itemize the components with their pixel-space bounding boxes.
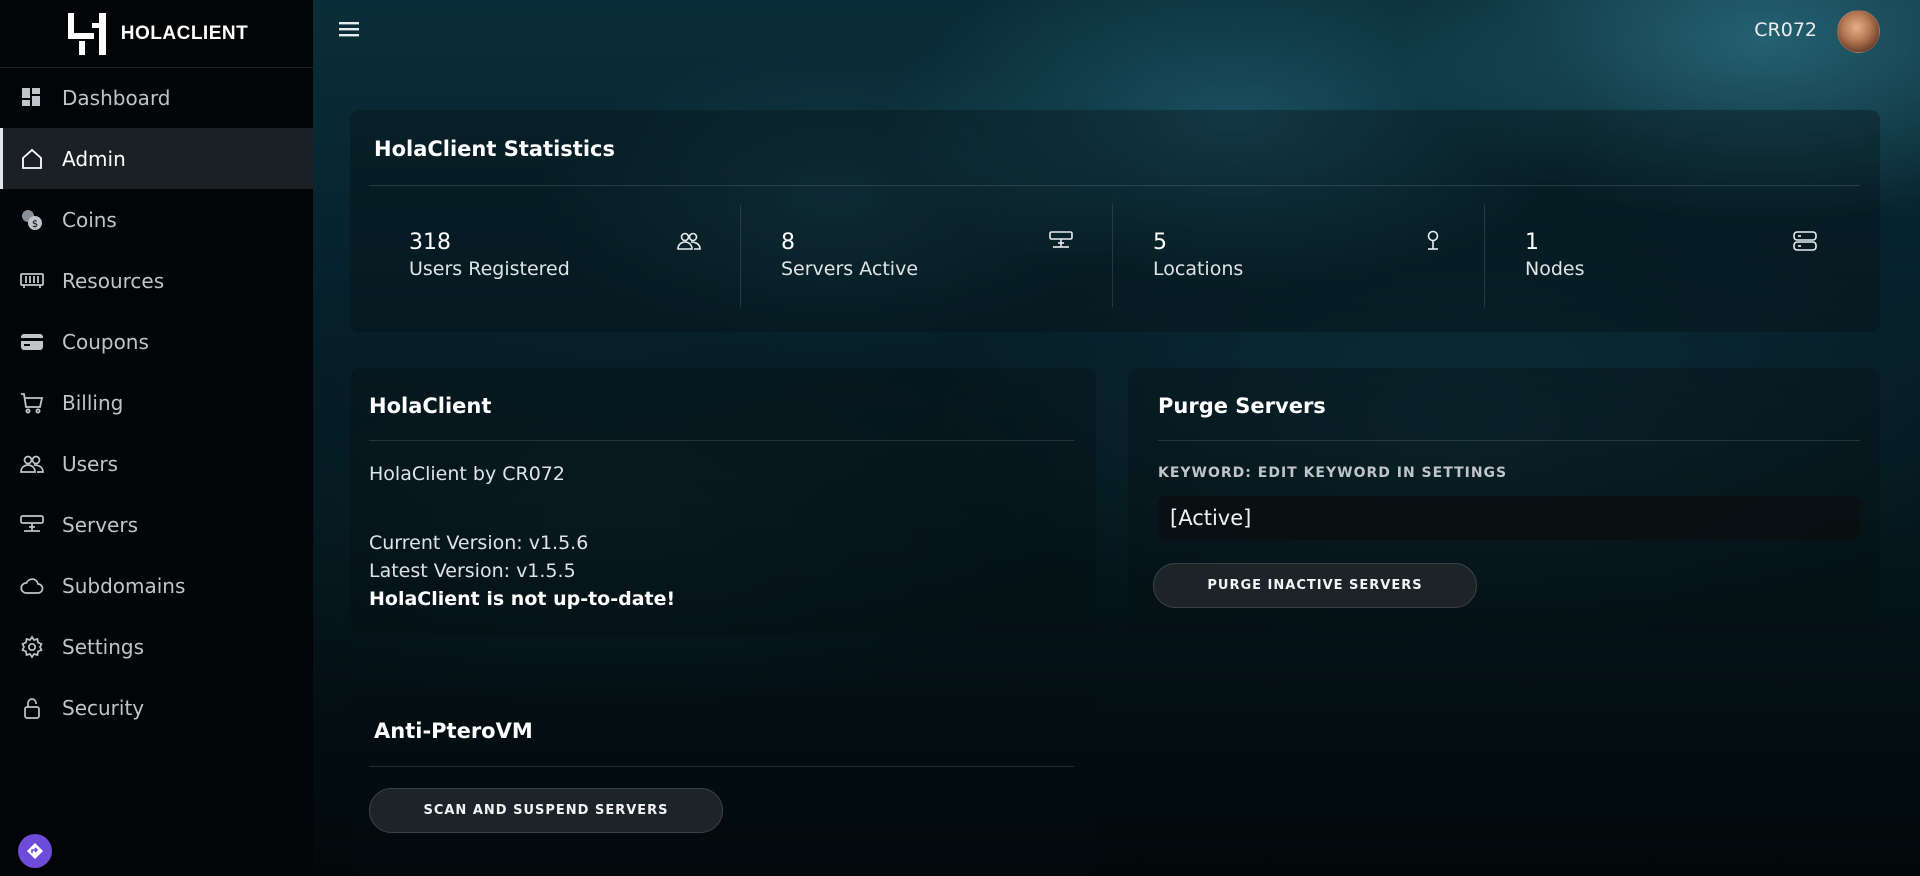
sidebar-item-label: Servers bbox=[62, 512, 139, 537]
divider bbox=[740, 205, 741, 307]
stat-value: 8 bbox=[781, 230, 795, 255]
dashboard-icon bbox=[20, 86, 44, 110]
card-icon bbox=[20, 330, 44, 354]
menu-icon[interactable] bbox=[338, 18, 360, 40]
stat-label: Nodes bbox=[1525, 258, 1585, 280]
stat-users: 318 Users Registered bbox=[409, 205, 701, 305]
brand[interactable]: HOLACLIENT bbox=[0, 0, 313, 68]
database-icon bbox=[1793, 231, 1817, 251]
users-icon bbox=[20, 452, 44, 476]
statistics-card: HolaClient Statistics 318 Users Register… bbox=[350, 110, 1880, 332]
sidebar-item-subdomains[interactable]: Subdomains bbox=[0, 555, 313, 616]
stat-servers: 8 Servers Active bbox=[781, 205, 1073, 305]
card-title: HolaClient bbox=[369, 394, 492, 418]
diamond-arrow-icon bbox=[27, 843, 43, 859]
sidebar-item-users[interactable]: Users bbox=[0, 433, 313, 494]
current-version: Current Version: v1.5.6 bbox=[369, 532, 589, 554]
sidebar-item-resources[interactable]: Resources bbox=[0, 250, 313, 311]
sidebar-item-security[interactable]: Security bbox=[0, 677, 313, 738]
latest-version: Latest Version: v1.5.5 bbox=[369, 560, 576, 582]
sidebar-item-coupons[interactable]: Coupons bbox=[0, 311, 313, 372]
cart-icon bbox=[20, 391, 44, 415]
credit-text: HolaClient by CR072 bbox=[369, 463, 565, 485]
holaclient-card: HolaClient HolaClient by CR072 Current V… bbox=[350, 368, 1096, 636]
stat-label: Users Registered bbox=[409, 258, 570, 280]
gear-icon bbox=[20, 634, 44, 659]
divider bbox=[1112, 205, 1113, 307]
stats-row: 318 Users Registered 8 Servers Active 5 … bbox=[369, 205, 1860, 307]
sidebar-nav: Dashboard Admin $ Coins Resources Coupon… bbox=[0, 68, 313, 738]
purge-inactive-servers-button[interactable]: PURGE INACTIVE SERVERS bbox=[1153, 563, 1477, 608]
location-pin-icon bbox=[1427, 230, 1439, 250]
sidebar-item-settings[interactable]: Settings bbox=[0, 616, 313, 677]
stat-nodes: 1 Nodes bbox=[1525, 205, 1817, 305]
server-icon bbox=[1049, 231, 1073, 248]
stat-value: 318 bbox=[409, 230, 451, 255]
keyword-field[interactable]: [Active] bbox=[1158, 496, 1860, 540]
anti-pterovm-card: Anti-PteroVM SCAN AND SUSPEND SERVERS bbox=[350, 690, 1096, 876]
sidebar-item-label: Admin bbox=[62, 146, 126, 171]
server-icon bbox=[20, 513, 44, 537]
scan-and-suspend-servers-button[interactable]: SCAN AND SUSPEND SERVERS bbox=[369, 788, 723, 833]
avatar[interactable] bbox=[1837, 10, 1880, 53]
home-icon bbox=[20, 147, 44, 171]
keyword-label: KEYWORD: EDIT KEYWORD IN SETTINGS bbox=[1158, 465, 1508, 481]
card-title: Anti-PteroVM bbox=[374, 719, 533, 743]
divider bbox=[369, 766, 1074, 767]
help-button[interactable] bbox=[18, 834, 52, 868]
stat-label: Servers Active bbox=[781, 258, 919, 280]
coins-icon: $ bbox=[20, 208, 44, 232]
divider bbox=[369, 185, 1860, 186]
sidebar-item-admin[interactable]: Admin bbox=[0, 128, 313, 189]
memory-icon bbox=[20, 269, 44, 293]
card-title: Purge Servers bbox=[1158, 394, 1326, 418]
sidebar-item-label: Settings bbox=[62, 634, 145, 659]
logo-icon bbox=[67, 12, 106, 55]
sidebar-item-label: Coupons bbox=[62, 329, 149, 354]
cloud-icon bbox=[20, 574, 44, 598]
divider bbox=[1484, 205, 1485, 307]
sidebar-item-label: Security bbox=[62, 695, 145, 720]
lock-icon bbox=[20, 696, 44, 720]
divider bbox=[1158, 440, 1860, 441]
svg-text:$: $ bbox=[32, 219, 38, 230]
sidebar-item-label: Coins bbox=[62, 207, 117, 232]
sidebar-item-label: Users bbox=[62, 451, 119, 476]
sidebar-item-billing[interactable]: Billing bbox=[0, 372, 313, 433]
purge-servers-card: Purge Servers KEYWORD: EDIT KEYWORD IN S… bbox=[1128, 368, 1880, 636]
sidebar: HOLACLIENT Dashboard Admin $ Coins Resou… bbox=[0, 0, 313, 876]
update-status: HolaClient is not up-to-date! bbox=[369, 588, 676, 610]
sidebar-item-label: Resources bbox=[62, 268, 165, 293]
stat-value: 5 bbox=[1153, 230, 1167, 255]
username[interactable]: CR072 bbox=[1754, 19, 1817, 41]
brand-name: HOLACLIENT bbox=[120, 22, 249, 44]
sidebar-item-label: Subdomains bbox=[62, 573, 186, 598]
stat-value: 1 bbox=[1525, 230, 1539, 255]
users-icon bbox=[677, 232, 701, 250]
divider bbox=[369, 440, 1074, 441]
sidebar-item-label: Dashboard bbox=[62, 86, 171, 110]
card-title: HolaClient Statistics bbox=[374, 137, 615, 161]
sidebar-item-coins[interactable]: $ Coins bbox=[0, 189, 313, 250]
sidebar-item-servers[interactable]: Servers bbox=[0, 494, 313, 555]
stat-label: Locations bbox=[1153, 258, 1244, 280]
sidebar-item-label: Billing bbox=[62, 390, 124, 415]
stat-locations: 5 Locations bbox=[1153, 205, 1445, 305]
sidebar-item-dashboard[interactable]: Dashboard bbox=[0, 68, 313, 128]
